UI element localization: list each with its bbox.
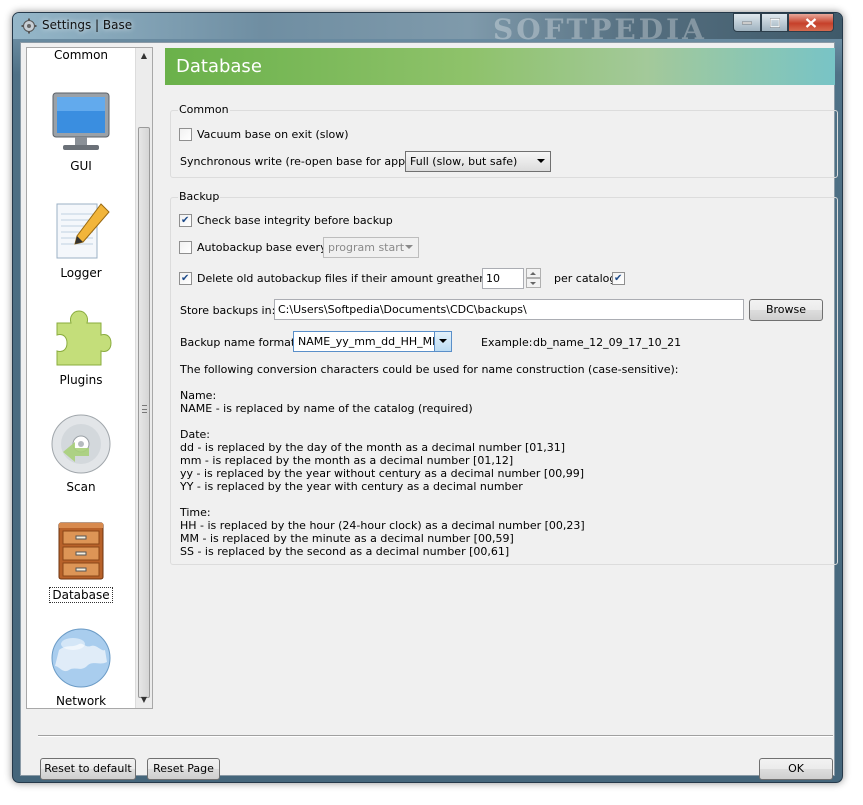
per-catalog-checkbox[interactable]: ✔: [612, 272, 625, 285]
puzzle-piece-icon: [56, 310, 112, 366]
help-name-title: Name:: [180, 389, 217, 402]
check-integrity-checkbox[interactable]: ✔: [179, 214, 192, 227]
help-date-line: yy - is replaced by the year without cen…: [180, 467, 584, 480]
name-format-value: NAME_yy_mm_dd_HH_MM: [298, 335, 442, 348]
store-path-input[interactable]: C:\Users\Softpedia\Documents\CDC\backups…: [274, 299, 744, 320]
help-date-line: dd - is replaced by the day of the month…: [180, 441, 566, 454]
sidebar-item-logger[interactable]: Logger: [27, 198, 135, 280]
ok-button[interactable]: OK: [759, 758, 833, 780]
example-label: Example:: [481, 336, 533, 349]
scroll-up-arrow-icon[interactable]: ▲: [136, 48, 152, 64]
reset-to-default-button[interactable]: Reset to default: [40, 758, 136, 780]
sidebar-scrollbar[interactable]: ▲ ▼: [135, 48, 152, 708]
maximize-button[interactable]: [761, 13, 788, 32]
spin-down-icon[interactable]: [526, 278, 541, 288]
title-bar[interactable]: Settings | Base SOFTPEDIA: [13, 13, 842, 46]
sidebar-item-label: Database: [49, 587, 113, 603]
disc-icon: [51, 414, 111, 474]
footer-divider: [38, 735, 833, 737]
chevron-down-icon: [439, 339, 447, 343]
vacuum-checkbox[interactable]: [179, 128, 192, 141]
group-title: Backup: [178, 190, 221, 203]
minimize-button[interactable]: [733, 13, 761, 32]
filing-cabinet-icon: [58, 522, 104, 580]
reset-page-button[interactable]: Reset Page: [147, 758, 220, 780]
browse-button[interactable]: Browse: [749, 299, 823, 321]
sidebar-item-label: Network: [55, 694, 107, 708]
gear-icon: [21, 18, 37, 34]
check-integrity-label: Check base integrity before backup: [197, 214, 393, 227]
autobackup-checkbox[interactable]: [179, 241, 192, 254]
per-catalog-label: per catalog: [554, 272, 617, 285]
sync-write-label: Synchronous write (re-open base for appl…: [180, 155, 423, 168]
delete-old-count-value: 10: [486, 272, 500, 285]
store-backups-label: Store backups in:: [180, 304, 276, 317]
sync-write-dropdown[interactable]: Full (slow, but safe): [405, 151, 551, 172]
sidebar-item-label: Plugins: [59, 373, 103, 387]
page-title: Database: [176, 56, 262, 77]
group-title: Common: [178, 103, 230, 116]
sidebar-item-plugins[interactable]: Plugins: [27, 305, 135, 387]
sidebar-item-network[interactable]: Network: [27, 626, 135, 708]
close-icon: [805, 17, 817, 28]
sidebar-item-label: Common: [53, 48, 109, 62]
monitor-icon: [52, 92, 110, 150]
name-format-dropdown-button[interactable]: [434, 332, 451, 351]
checkmark-icon: ✔: [614, 273, 623, 284]
reset-to-default-label: Reset to default: [44, 762, 132, 775]
help-time-line: SS - is replaced by the second as a deci…: [180, 545, 510, 558]
reset-page-label: Reset Page: [153, 762, 214, 775]
sidebar-item-database[interactable]: Database: [27, 519, 135, 603]
sidebar-item-scan[interactable]: Scan: [27, 412, 135, 494]
help-time-title: Time:: [180, 506, 211, 519]
help-intro: The following conversion characters coul…: [180, 363, 679, 376]
sidebar-item-gui[interactable]: GUI: [27, 91, 135, 173]
settings-window: Settings | Base SOFTPEDIA Common GUI Log…: [12, 12, 843, 783]
delete-old-checkbox[interactable]: ✔: [179, 272, 192, 285]
chevron-down-icon: [537, 159, 545, 163]
client-area: Common GUI Logger Plugins Scan Database …: [20, 42, 838, 780]
autobackup-interval-dropdown[interactable]: program start: [323, 237, 419, 258]
help-name-line: NAME - is replaced by name of the catalo…: [180, 402, 473, 415]
grip-icon: [142, 405, 147, 413]
help-date-title: Date:: [180, 428, 210, 441]
sync-write-value: Full (slow, but safe): [410, 155, 518, 168]
help-date-line: mm - is replaced by the month as a decim…: [180, 454, 514, 467]
sidebar-item-label: GUI: [70, 159, 92, 173]
delete-old-count-spinner[interactable]: [526, 268, 541, 289]
delete-old-count-input[interactable]: 10: [482, 268, 524, 289]
maximize-icon: [769, 18, 780, 27]
globe-icon: [51, 628, 111, 688]
name-format-label: Backup name format:: [180, 336, 299, 349]
scroll-thumb[interactable]: [138, 127, 150, 698]
autobackup-interval-value: program start: [328, 241, 405, 254]
notepad-pencil-icon: [56, 203, 110, 259]
vacuum-label: Vacuum base on exit (slow): [197, 128, 349, 141]
sidebar-item-label: Scan: [66, 480, 96, 494]
minimize-icon: [742, 21, 752, 24]
example-value: db_name_12_09_17_10_21: [533, 336, 682, 349]
sidebar-item-common[interactable]: Common: [27, 48, 135, 62]
sidebar-item-label: Logger: [60, 266, 102, 280]
scroll-down-arrow-icon[interactable]: ▼: [136, 692, 152, 708]
spin-up-icon[interactable]: [526, 268, 541, 278]
chevron-down-icon: [405, 245, 413, 249]
browse-button-label: Browse: [765, 303, 807, 316]
name-format-combobox[interactable]: NAME_yy_mm_dd_HH_MM: [293, 331, 452, 352]
page-header: Database: [165, 48, 835, 85]
store-path-value: C:\Users\Softpedia\Documents\CDC\backups…: [278, 303, 527, 316]
window-title: Settings | Base: [42, 18, 133, 32]
category-sidebar: Common GUI Logger Plugins Scan Database …: [26, 47, 153, 709]
delete-old-label: Delete old autobackup files if their amo…: [197, 272, 513, 285]
help-time-line: HH - is replaced by the hour (24-hour cl…: [180, 519, 585, 532]
checkmark-icon: ✔: [181, 273, 190, 284]
ok-label: OK: [788, 762, 804, 775]
autobackup-label: Autobackup base every: [197, 241, 327, 254]
close-button[interactable]: [788, 13, 834, 32]
checkmark-icon: ✔: [181, 215, 190, 226]
help-time-line: MM - is replaced by the minute as a deci…: [180, 532, 514, 545]
help-date-line: YY - is replaced by the year with centur…: [180, 480, 523, 493]
